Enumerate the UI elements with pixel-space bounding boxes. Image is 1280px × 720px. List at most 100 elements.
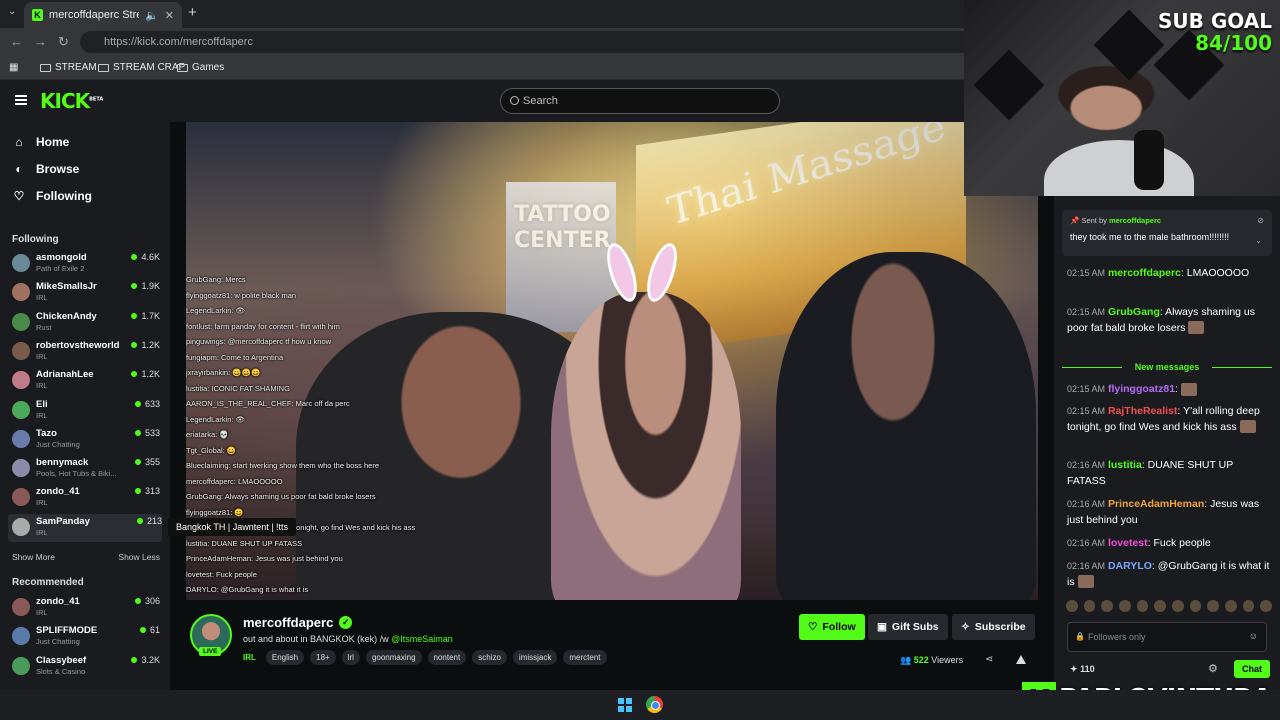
emote-icon <box>1180 382 1197 396</box>
subscribe-button[interactable]: ✧ Subscribe <box>952 614 1035 640</box>
tab-search-icon[interactable]: ⌄ <box>8 6 16 17</box>
chat-username[interactable]: lovetest <box>1108 537 1148 549</box>
channel-row[interactable]: asmongold Path of Exile 2 4.6K <box>12 250 160 278</box>
pinned-user[interactable]: mercoffdaperc <box>1109 216 1161 225</box>
emote[interactable] <box>1260 600 1273 612</box>
emote-picker-icon[interactable]: ☺ <box>1249 631 1258 641</box>
tab-title: mercoffdaperc Stream - W <box>49 9 139 21</box>
emote[interactable] <box>1119 600 1131 612</box>
chat-send-button[interactable]: Chat <box>1234 660 1270 678</box>
emote[interactable] <box>1136 600 1149 612</box>
viewer-count-text: 3.2K <box>141 654 160 665</box>
nav-browse[interactable]: ◐ Browse <box>12 162 79 176</box>
emote[interactable] <box>1172 600 1184 612</box>
chat-username[interactable]: PrinceAdamHeman <box>1108 498 1204 510</box>
channel-name: SPLIFFMODE <box>36 625 98 637</box>
channel-row[interactable]: zondo_41 IRL 306 <box>12 594 160 622</box>
chat-timestamp: 02:16 AM <box>1067 499 1106 509</box>
emote[interactable] <box>1225 600 1237 612</box>
overlay-chat-line: LegendLarkin: 👁 <box>186 414 246 424</box>
channel-row[interactable]: Tazo Just Chatting 533 <box>12 426 160 454</box>
live-dot-icon <box>131 283 138 290</box>
chevron-down-icon[interactable]: ⌄ <box>1255 236 1262 245</box>
viewers-label: Viewers <box>931 655 964 665</box>
search-input[interactable]: Search <box>500 88 780 114</box>
channel-row[interactable]: SamPanday IRL 213 <box>8 513 162 542</box>
bookmark-games[interactable]: Games <box>177 62 224 73</box>
channel-category: IRL <box>36 410 48 420</box>
category-link[interactable]: IRL <box>243 653 256 662</box>
chat-username[interactable]: RajTheRealist <box>1108 405 1177 417</box>
url-input[interactable]: https://kick.com/mercoffdaperc <box>80 31 980 53</box>
avatar <box>12 656 30 675</box>
tag-pill[interactable]: goonmaxing <box>365 650 422 665</box>
tag-pill[interactable]: 18+ <box>310 650 336 665</box>
emote[interactable] <box>1189 600 1202 612</box>
share-icon[interactable]: ⋖ <box>985 654 993 665</box>
emote[interactable] <box>1101 600 1114 612</box>
show-less-button[interactable]: Show Less <box>118 552 160 562</box>
emote[interactable] <box>1154 600 1167 612</box>
viewer-count-text: 1.2K <box>141 339 160 350</box>
channel-row[interactable]: Eli IRL 633 <box>12 397 160 425</box>
report-icon[interactable] <box>1016 655 1026 664</box>
chat-username[interactable]: mercoffdaperc <box>1108 267 1181 279</box>
windows-start-icon[interactable] <box>618 698 632 712</box>
live-dot-icon <box>134 488 141 495</box>
chat-username[interactable]: DARYLO <box>1108 560 1152 572</box>
menu-icon[interactable] <box>15 95 27 105</box>
channel-name: zondo_41 <box>36 486 80 498</box>
show-more-button[interactable]: Show More <box>12 552 55 562</box>
back-icon[interactable]: ← <box>10 34 23 49</box>
live-dot-icon <box>134 459 141 466</box>
kick-logo[interactable]: KICKBETA <box>40 89 103 113</box>
viewer-count: 1.7K <box>131 311 160 321</box>
emote[interactable] <box>1066 600 1078 612</box>
reload-icon[interactable]: ↻ <box>58 34 69 50</box>
channel-row[interactable]: MikeSmallsJr IRL 1.9K <box>12 279 160 307</box>
tag-pill[interactable]: English <box>265 650 305 665</box>
channel-row[interactable]: robertovstheworld IRL 1.2K <box>12 338 160 366</box>
chat-username[interactable]: GrubGang <box>1108 306 1160 318</box>
new-messages-divider: New messages <box>1062 362 1272 372</box>
tag-pill[interactable]: merctent <box>563 650 607 665</box>
bookmark-stream[interactable]: STREAM <box>40 62 97 73</box>
title-mention[interactable]: @ItsmeSaiman <box>391 634 453 644</box>
emote[interactable] <box>1207 600 1220 612</box>
audio-icon[interactable]: 🔈 <box>145 9 159 22</box>
gift-subs-button[interactable]: ▣ Gift Subs <box>868 614 948 640</box>
channel-name[interactable]: mercoffdaperc ✓ <box>243 615 353 630</box>
close-tab-icon[interactable]: ✕ <box>165 9 174 22</box>
chat-input[interactable]: 🔒 Followers only ☺ <box>1067 622 1267 652</box>
chat-username[interactable]: flyinggoatz81 <box>1108 383 1175 395</box>
avatar <box>12 598 30 616</box>
bookmark-stream-crap[interactable]: STREAM CRAP <box>98 62 185 73</box>
channel-row[interactable]: bennymack Pools, Hot Tubs & Biki... 355 <box>12 455 160 483</box>
channel-name: zondo_41 <box>36 596 80 607</box>
channel-row[interactable]: zondo_41 IRL 313 <box>12 484 160 512</box>
channel-row[interactable]: ChickenAndy Rust 1.7K <box>12 309 160 337</box>
new-tab-button[interactable]: + <box>188 4 197 21</box>
viewer-count: 355 <box>134 457 160 467</box>
tag-pill[interactable]: lrl <box>341 650 360 665</box>
apps-grid-icon[interactable]: ▦ <box>9 62 18 73</box>
gear-icon[interactable]: ⚙ <box>1208 662 1218 675</box>
nav-following[interactable]: ♡ Following <box>12 189 92 203</box>
channel-points[interactable]: ✦ 110 <box>1070 664 1095 675</box>
channel-row[interactable]: SPLIFFMODE Just Chatting 61 <box>12 623 160 651</box>
video-player[interactable]: Thai Massage TATTOO CENTER GrubGang: Mer… <box>186 122 1038 600</box>
emote[interactable] <box>1242 600 1255 612</box>
tag-pill[interactable]: imissjack <box>512 650 558 665</box>
chat-username[interactable]: lustitia <box>1108 459 1142 471</box>
follow-button[interactable]: ♡ Follow <box>799 614 865 640</box>
forward-icon[interactable]: → <box>34 34 47 49</box>
nav-home[interactable]: ⌂ Home <box>12 135 69 149</box>
tag-pill[interactable]: nontent <box>427 650 467 665</box>
emote[interactable] <box>1083 600 1096 612</box>
browser-tab[interactable]: K mercoffdaperc Stream - W 🔈 ✕ <box>24 2 182 28</box>
chrome-icon[interactable] <box>646 696 663 713</box>
channel-row[interactable]: Classybeef Slots & Casino 3.2K <box>12 653 160 681</box>
unpin-icon[interactable]: ⊘ <box>1257 216 1264 225</box>
tag-pill[interactable]: schizo <box>472 650 507 665</box>
channel-row[interactable]: AdrianahLee IRL 1.2K <box>12 367 160 395</box>
